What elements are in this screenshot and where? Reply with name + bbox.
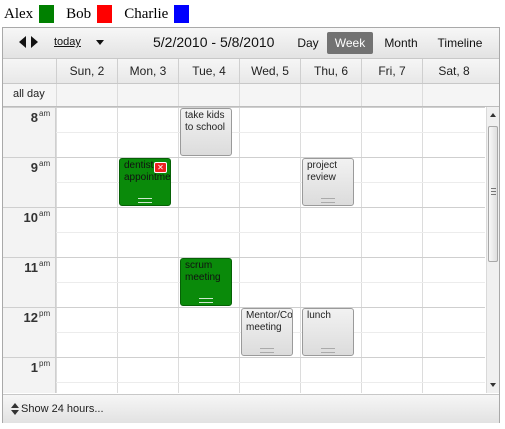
event-project-review[interactable]: project review [302,158,354,206]
all-day-cell[interactable] [361,84,422,106]
hour-label-11am: 11 am [3,257,56,307]
resize-handle-icon[interactable] [321,348,335,353]
event-title: take kids to school [185,110,226,133]
legend-swatch-bob [97,5,113,23]
resource-legend: Alex Bob Charlie [4,4,201,24]
legend-name-bob: Bob [66,5,92,22]
half-hour-gridline [56,232,485,233]
all-day-cell[interactable] [56,84,117,106]
day-header-row: Sun, 2 Mon, 3 Tue, 4 Wed, 5 Thu, 6 Fri, … [3,59,499,84]
day-header-thu: Thu, 6 [300,59,361,83]
resize-handle-icon[interactable] [260,348,274,353]
delete-event-icon[interactable]: ✕ [154,162,167,173]
time-column: 8 am 9 am 10 am 11 am 12 pm 1 pm [3,107,56,393]
scheduler: today 5/2/2010 - 5/8/2010 Day Week Month… [2,27,500,423]
hour-gridline [56,107,485,108]
all-day-cell[interactable] [239,84,300,106]
day-header-fri: Fri, 7 [361,59,422,83]
event-take-kids-to-school[interactable]: take kids to school [180,108,232,156]
view-timeline-button[interactable]: Timeline [431,32,489,54]
view-month-button[interactable]: Month [378,32,424,54]
date-range: 5/2/2010 - 5/8/2010 [153,34,275,50]
day-header-tue: Tue, 4 [178,59,239,83]
view-week-button[interactable]: Week [327,32,373,54]
prev-week-arrow-icon[interactable] [19,36,26,48]
all-day-cell[interactable] [117,84,178,106]
hour-gridline [56,207,485,208]
event-mentor-meeting[interactable]: Mentor/Coaching meeting [241,308,293,356]
event-title: project review [307,160,338,183]
day-column-mon[interactable] [117,107,178,393]
scroll-down-arrow-icon[interactable] [490,383,496,387]
toolbar: today 5/2/2010 - 5/8/2010 Day Week Month… [3,28,499,59]
next-week-arrow-icon[interactable] [31,36,38,48]
legend-name-charlie: Charlie [124,5,169,22]
legend-name-alex: Alex [4,5,34,22]
show-24-hours-link[interactable]: Show 24 hours... [21,403,104,415]
resize-handle-icon[interactable] [138,198,152,203]
hour-label-9am: 9 am [3,157,56,207]
hour-label-10am: 10 am [3,207,56,257]
all-day-label: all day [13,88,45,100]
today-dropdown-icon[interactable] [96,40,104,45]
legend-swatch-charlie [174,5,190,23]
day-column-sun[interactable] [56,107,117,393]
all-day-cell[interactable] [178,84,239,106]
event-title: Mentor/Coaching meeting [246,310,293,333]
day-column-fri[interactable] [361,107,422,393]
event-lunch[interactable]: lunch [302,308,354,356]
scroll-up-arrow-icon[interactable] [490,113,496,117]
event-title: lunch [307,310,331,321]
hour-label-1pm: 1 pm [3,357,56,393]
vertical-scrollbar[interactable] [486,107,499,393]
legend-swatch-alex [39,5,55,23]
hour-gridline [56,257,485,258]
expand-hours-icon[interactable] [11,403,19,415]
half-hour-gridline [56,382,485,383]
event-dentist-appointment[interactable]: dentist appointment ✕ [119,158,171,206]
half-hour-gridline [56,132,485,133]
all-day-cell[interactable] [422,84,485,106]
all-day-row: all day [3,84,499,107]
day-header-mon: Mon, 3 [117,59,178,83]
event-scrum-meeting[interactable]: scrum meeting [180,258,232,306]
today-link[interactable]: today [54,36,81,48]
event-title: scrum meeting [185,260,221,283]
half-hour-gridline [56,282,485,283]
hour-gridline [56,357,485,358]
hour-label-12pm: 12 pm [3,307,56,357]
footer-bar: Show 24 hours... [3,394,499,423]
scrollbar-thumb[interactable] [488,126,498,262]
day-column-sat[interactable] [422,107,485,393]
day-header-sun: Sun, 2 [56,59,117,83]
all-day-cell[interactable] [300,84,361,106]
day-header-wed: Wed, 5 [239,59,300,83]
day-header-sat: Sat, 8 [422,59,485,83]
resize-handle-icon[interactable] [199,298,213,303]
hour-label-8am: 8 am [3,107,56,157]
view-day-button[interactable]: Day [292,32,324,54]
resize-handle-icon[interactable] [321,198,335,203]
time-grid[interactable]: 8 am 9 am 10 am 11 am 12 pm 1 pm take kids to … [3,107,485,393]
